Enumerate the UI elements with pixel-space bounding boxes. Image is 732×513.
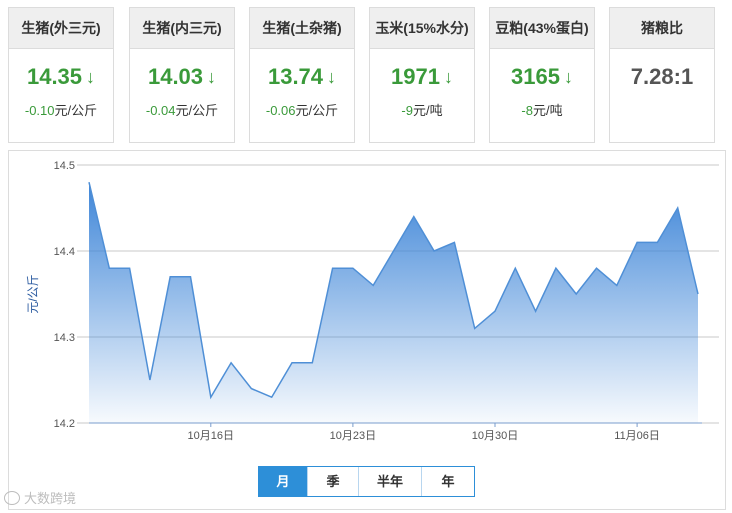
change-value: -0.04 — [145, 103, 176, 118]
tab-month[interactable]: 月 — [259, 467, 307, 496]
watermark: 大数跨境 — [4, 488, 76, 507]
y-tick-label: 14.3 — [54, 332, 75, 344]
card-title: 猪粮比 — [610, 8, 714, 49]
card-price: 3165 ↓ — [490, 63, 594, 91]
x-tick-label: 10月30日 — [472, 430, 518, 442]
change-value: -0.06 — [265, 103, 296, 118]
card-price: 1971 ↓ — [370, 63, 474, 91]
price-card: 生猪(土杂猪) 13.74 ↓ -0.06元/公斤 — [249, 7, 355, 143]
y-tick-label: 14.5 — [54, 160, 75, 172]
change-value: -8 — [521, 103, 533, 118]
y-tick-label: 14.2 — [54, 418, 75, 430]
change-unit: 元/公斤 — [175, 103, 219, 118]
price-value: 13.74 — [267, 64, 324, 89]
x-tick-label: 11月06日 — [614, 430, 660, 442]
price-card: 猪粮比 7.28:1 — [609, 7, 715, 143]
price-value: 7.28:1 — [630, 64, 694, 89]
tab-quarter[interactable]: 季 — [307, 467, 358, 496]
price-cards: 生猪(外三元) 14.35 ↓ -0.10元/公斤 生猪(内三元) 14.03 ↓ -0.04… — [0, 0, 732, 150]
arrow-down-icon: ↓ — [563, 67, 573, 87]
card-title: 豆粕(43%蛋白) — [490, 8, 594, 49]
change-unit: 元/吨 — [412, 103, 443, 118]
card-title: 玉米(15%水分) — [370, 8, 474, 49]
series-area — [89, 182, 698, 423]
price-value: 1971 — [391, 64, 440, 89]
card-title: 生猪(外三元) — [9, 8, 113, 49]
card-change: -0.04元/公斤 — [130, 100, 234, 119]
price-value: 14.35 — [26, 64, 83, 89]
price-chart: 14.5 14.4 14.3 14.2 元/公斤 10月16日 10月23日 10月30日 11… — [8, 150, 726, 510]
change-value: -9 — [401, 103, 413, 118]
arrow-down-icon: ↓ — [86, 67, 96, 87]
tab-year[interactable]: 年 — [421, 467, 474, 496]
price-value: 14.03 — [147, 64, 204, 89]
card-title: 生猪(土杂猪) — [250, 8, 354, 49]
change-unit: 元/公斤 — [54, 103, 98, 118]
change-unit: 元/公斤 — [295, 103, 339, 118]
price-card: 玉米(15%水分) 1971 ↓ -9元/吨 — [369, 7, 475, 143]
arrow-down-icon: ↓ — [327, 67, 337, 87]
card-change: -0.06元/公斤 — [250, 100, 354, 119]
change-unit: 元/吨 — [532, 103, 563, 118]
y-axis-label: 元/公斤 — [26, 274, 40, 313]
price-card: 生猪(内三元) 14.03 ↓ -0.04元/公斤 — [129, 7, 235, 143]
period-tabs: 月季半年年 — [258, 466, 475, 497]
arrow-down-icon: ↓ — [443, 67, 453, 87]
card-price: 14.35 ↓ — [9, 63, 113, 91]
tab-half-year[interactable]: 半年 — [358, 467, 421, 496]
x-tick-label: 10月23日 — [330, 430, 376, 442]
x-tick-label: 10月16日 — [188, 430, 234, 442]
change-value: -0.10 — [24, 103, 55, 118]
card-price: 13.74 ↓ — [250, 63, 354, 91]
arrow-down-icon: ↓ — [207, 67, 217, 87]
price-value: 3165 — [511, 64, 560, 89]
y-tick-label: 14.4 — [54, 246, 75, 258]
watermark-text: 大数跨境 — [24, 491, 77, 506]
price-area-chart: 14.5 14.4 14.3 14.2 元/公斤 10月16日 10月23日 10月30日 11… — [26, 160, 719, 442]
card-price: 7.28:1 — [610, 63, 714, 91]
card-change: -9元/吨 — [370, 100, 474, 119]
card-price: 14.03 ↓ — [130, 63, 234, 91]
card-change: -0.10元/公斤 — [9, 100, 113, 119]
watermark-logo-icon — [4, 490, 20, 505]
card-change: -8元/吨 — [490, 100, 594, 119]
card-title: 生猪(内三元) — [130, 8, 234, 49]
price-card: 生猪(外三元) 14.35 ↓ -0.10元/公斤 — [8, 7, 114, 143]
price-card: 豆粕(43%蛋白) 3165 ↓ -8元/吨 — [489, 7, 595, 143]
